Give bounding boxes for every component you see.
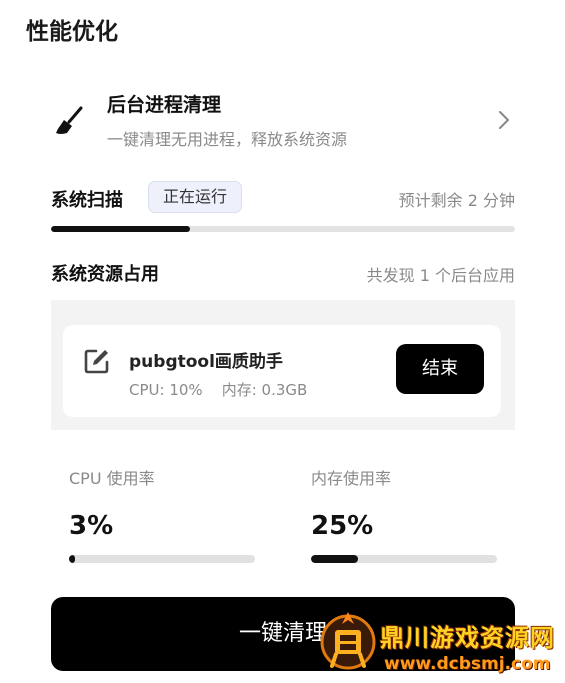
- watermark-url: www.dcbsmj.com: [384, 654, 551, 674]
- cleanup-title: 后台进程清理: [107, 94, 222, 116]
- edit-icon: [84, 349, 109, 374]
- app-stats: CPU: 10% 内存: 0.3GB: [129, 381, 308, 399]
- app-list-panel: pubgtool画质助手 CPU: 10% 内存: 0.3GB 结束: [51, 300, 515, 430]
- cleanup-subtitle: 一键清理无用进程，释放系统资源: [107, 130, 348, 149]
- status-badge: 正在运行: [148, 181, 243, 213]
- watermark-logo: [320, 612, 376, 670]
- cpu-usage-fill: [69, 555, 75, 563]
- page-title: 性能优化: [26, 19, 118, 45]
- memory-meter: 内存使用率 25%: [311, 465, 497, 563]
- list-item: pubgtool画质助手 CPU: 10% 内存: 0.3GB 结束: [63, 325, 501, 417]
- end-process-button[interactable]: 结束: [396, 344, 484, 394]
- broom-icon: [56, 106, 83, 134]
- chevron-right-icon: [499, 111, 509, 129]
- background-cleanup-entry[interactable]: 后台进程清理 一键清理无用进程，释放系统资源: [40, 80, 530, 160]
- cpu-meter: CPU 使用率 3%: [69, 465, 255, 563]
- time-remaining: 预计剩余 2 分钟: [398, 191, 515, 210]
- found-count: 共发现 1 个后台应用: [366, 266, 515, 285]
- scan-progress-fill: [51, 226, 191, 232]
- cpu-usage-value: 3%: [69, 511, 114, 541]
- memory-usage-value: 25%: [311, 511, 374, 541]
- watermark: 鼎川游戏资源网 www.dcbsmj.com: [318, 600, 565, 683]
- resource-usage-label: 系统资源占用: [51, 264, 159, 285]
- scan-progress-bar: [51, 226, 515, 232]
- scan-label: 系统扫描: [51, 190, 123, 211]
- watermark-text: 鼎川游戏资源网: [380, 624, 555, 652]
- cpu-usage-bar: [69, 555, 255, 563]
- app-name: pubgtool画质助手: [129, 352, 283, 372]
- memory-usage-bar: [311, 555, 497, 563]
- memory-usage-label: 内存使用率: [311, 469, 392, 488]
- cpu-usage-label: CPU 使用率: [69, 469, 155, 488]
- memory-usage-fill: [311, 555, 358, 563]
